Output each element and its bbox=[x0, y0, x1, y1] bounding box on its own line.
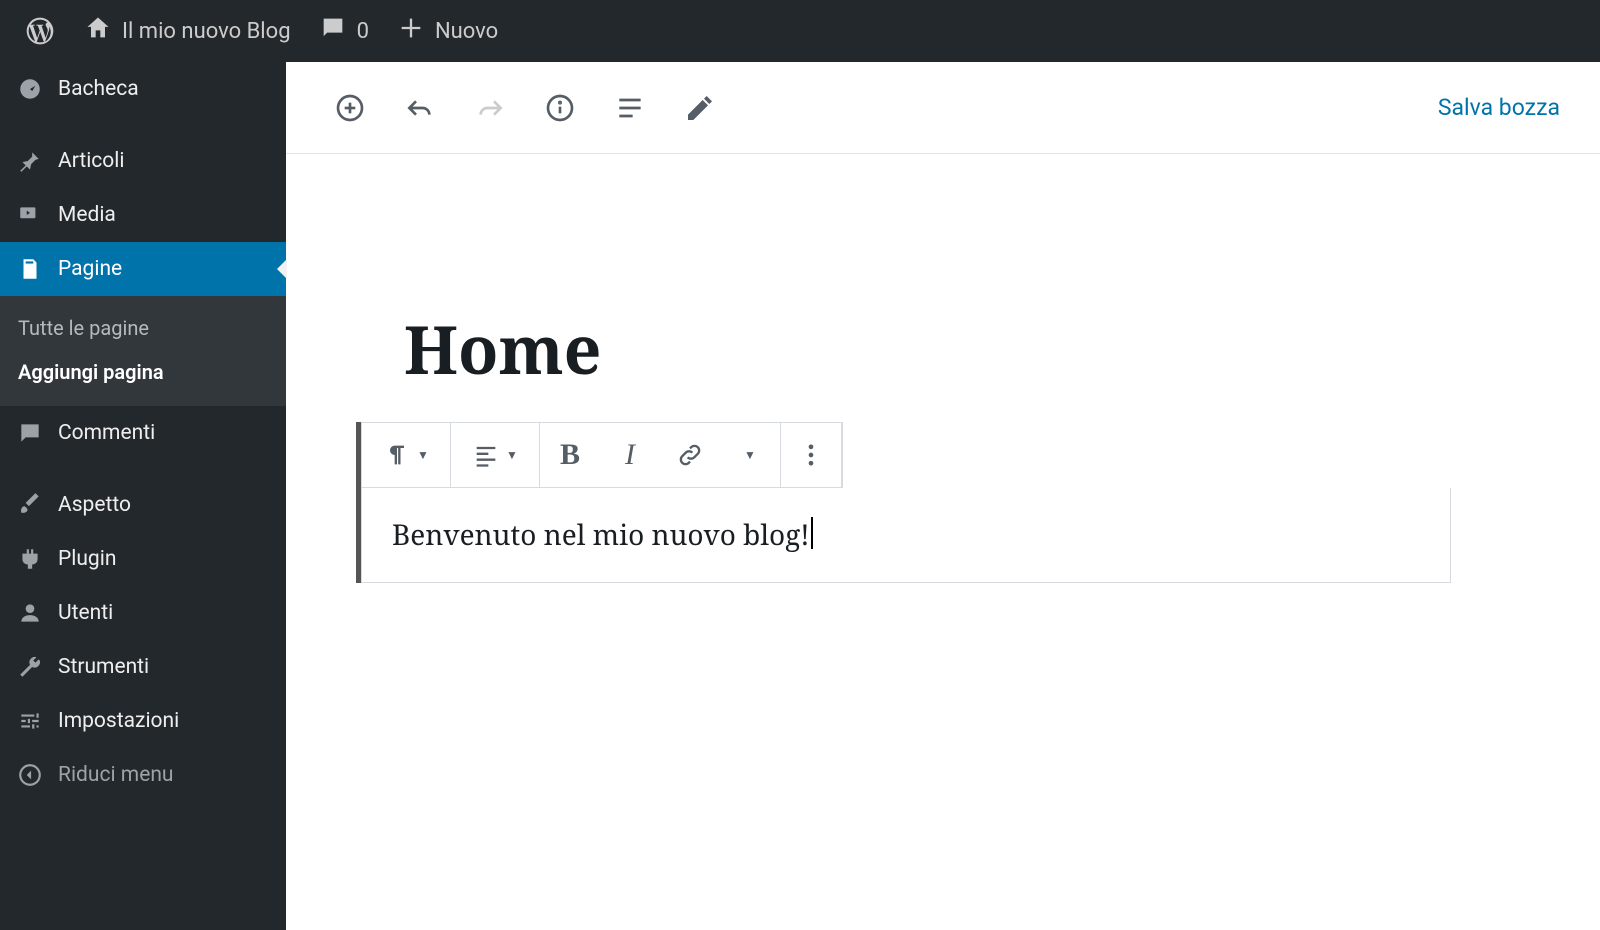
pin-icon bbox=[16, 147, 44, 175]
home-icon bbox=[84, 14, 112, 48]
plugin-icon bbox=[16, 545, 44, 573]
menu-label: Plugin bbox=[58, 547, 116, 571]
caret-down-icon: ▼ bbox=[506, 448, 518, 462]
link-button[interactable] bbox=[660, 423, 720, 487]
info-button[interactable] bbox=[540, 88, 580, 128]
editor-content: Home ▼ ▼ bbox=[286, 154, 1600, 930]
menu-label: Aspetto bbox=[58, 493, 131, 517]
menu-users[interactable]: Utenti bbox=[0, 586, 286, 640]
menu-tools[interactable]: Strumenti bbox=[0, 640, 286, 694]
media-icon bbox=[16, 201, 44, 229]
block-toolbar: ▼ ▼ B I bbox=[361, 422, 843, 488]
plus-icon bbox=[397, 14, 425, 48]
admin-bar: Il mio nuovo Blog 0 Nuovo bbox=[0, 0, 1600, 62]
menu-label: Strumenti bbox=[58, 655, 149, 679]
text-cursor bbox=[811, 517, 813, 549]
post-title[interactable]: Home bbox=[404, 304, 1530, 394]
block-more-button[interactable] bbox=[781, 423, 841, 487]
editor-main: Salva bozza Home ▼ ▼ bbox=[286, 62, 1600, 930]
align-button[interactable]: ▼ bbox=[451, 423, 539, 487]
menu-plugins[interactable]: Plugin bbox=[0, 532, 286, 586]
menu-dashboard[interactable]: Bacheca bbox=[0, 62, 286, 116]
block-type-button[interactable]: ▼ bbox=[362, 423, 450, 487]
new-label: Nuovo bbox=[435, 19, 498, 44]
admin-bar-site[interactable]: Il mio nuovo Blog bbox=[70, 0, 305, 62]
menu-pages[interactable]: Pagine bbox=[0, 242, 286, 296]
menu-comments[interactable]: Commenti bbox=[0, 406, 286, 460]
wp-logo[interactable] bbox=[10, 0, 70, 62]
collapse-icon bbox=[16, 761, 44, 789]
submenu-pages: Tutte le pagine Aggiungi pagina bbox=[0, 296, 286, 406]
editor-tools bbox=[330, 88, 720, 128]
menu-label: Pagine bbox=[58, 257, 122, 281]
admin-bar-comments[interactable]: 0 bbox=[305, 0, 383, 62]
menu-label: Articoli bbox=[58, 149, 125, 173]
menu-label: Media bbox=[58, 203, 116, 227]
comment-icon bbox=[319, 14, 347, 48]
admin-sidebar: Bacheca Articoli Media Pagine Tutte le p… bbox=[0, 62, 286, 930]
dashboard-icon bbox=[16, 75, 44, 103]
menu-collapse[interactable]: Riduci menu bbox=[0, 748, 286, 802]
comment-icon bbox=[16, 419, 44, 447]
menu-label: Bacheca bbox=[58, 77, 139, 101]
menu-appearance[interactable]: Aspetto bbox=[0, 478, 286, 532]
submenu-all-pages[interactable]: Tutte le pagine bbox=[0, 306, 286, 350]
menu-label: Utenti bbox=[58, 601, 113, 625]
caret-down-icon: ▼ bbox=[417, 448, 429, 462]
menu-settings[interactable]: Impostazioni bbox=[0, 694, 286, 748]
sliders-icon bbox=[16, 707, 44, 735]
wrench-icon bbox=[16, 653, 44, 681]
menu-label: Impostazioni bbox=[58, 709, 179, 733]
add-block-button[interactable] bbox=[330, 88, 370, 128]
site-title: Il mio nuovo Blog bbox=[122, 19, 291, 44]
undo-button[interactable] bbox=[400, 88, 440, 128]
admin-bar-new[interactable]: Nuovo bbox=[383, 0, 512, 62]
comments-count: 0 bbox=[357, 19, 369, 44]
menu-posts[interactable]: Articoli bbox=[0, 134, 286, 188]
submenu-add-page[interactable]: Aggiungi pagina bbox=[0, 350, 286, 394]
menu-media[interactable]: Media bbox=[0, 188, 286, 242]
pages-icon bbox=[16, 255, 44, 283]
menu-label: Commenti bbox=[58, 421, 155, 445]
edit-button[interactable] bbox=[680, 88, 720, 128]
caret-down-icon: ▼ bbox=[744, 448, 756, 462]
outline-button[interactable] bbox=[610, 88, 650, 128]
more-rich-text-button[interactable]: ▼ bbox=[720, 423, 780, 487]
editor-topbar: Salva bozza bbox=[286, 62, 1600, 154]
brush-icon bbox=[16, 491, 44, 519]
bold-button[interactable]: B bbox=[540, 423, 600, 487]
menu-label: Riduci menu bbox=[58, 763, 174, 787]
user-icon bbox=[16, 599, 44, 627]
italic-button[interactable]: I bbox=[600, 423, 660, 487]
save-draft-button[interactable]: Salva bozza bbox=[1438, 94, 1560, 121]
paragraph-block[interactable]: Benvenuto nel mio nuovo blog! bbox=[361, 488, 1451, 583]
redo-button[interactable] bbox=[470, 88, 510, 128]
paragraph-block-wrap: ▼ ▼ B I bbox=[356, 422, 1530, 583]
paragraph-text: Benvenuto nel mio nuovo blog! bbox=[392, 516, 810, 554]
